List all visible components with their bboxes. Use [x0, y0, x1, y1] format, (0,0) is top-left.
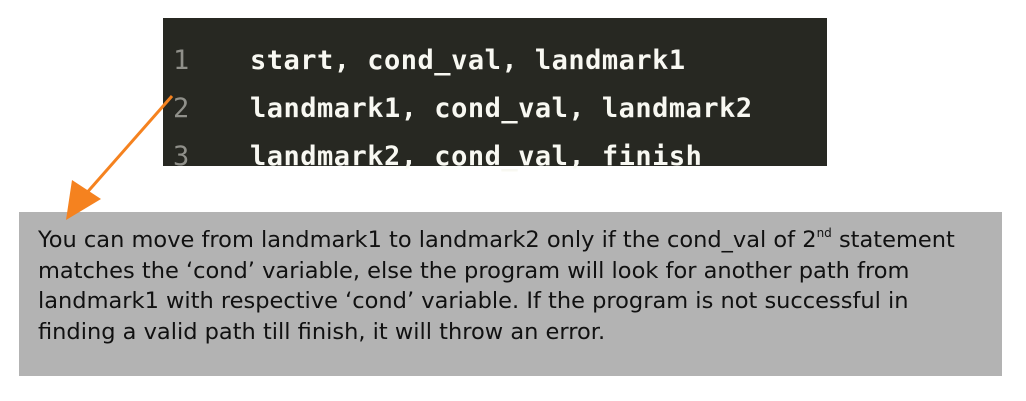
line-code: landmark1, cond_val, landmark2: [250, 92, 753, 124]
arrow-shaft: [82, 95, 174, 197]
diagram-canvas: 1 start, cond_val, landmark1 2 landmark1…: [0, 0, 1026, 401]
code-panel: 1 start, cond_val, landmark1 2 landmark1…: [163, 18, 827, 172]
note-superscript: nd: [816, 226, 832, 240]
note-box: You can move from landmark1 to landmark2…: [19, 212, 1002, 376]
line-code: start, cond_val, landmark1: [250, 44, 686, 76]
line-number: 1: [173, 44, 190, 76]
line-code: landmark2, cond_val, finish: [250, 140, 703, 172]
line-number: 2: [173, 92, 190, 124]
line-number: 3: [173, 140, 190, 172]
note-text-start: You can move from landmark1 to landmark2…: [38, 227, 817, 253]
